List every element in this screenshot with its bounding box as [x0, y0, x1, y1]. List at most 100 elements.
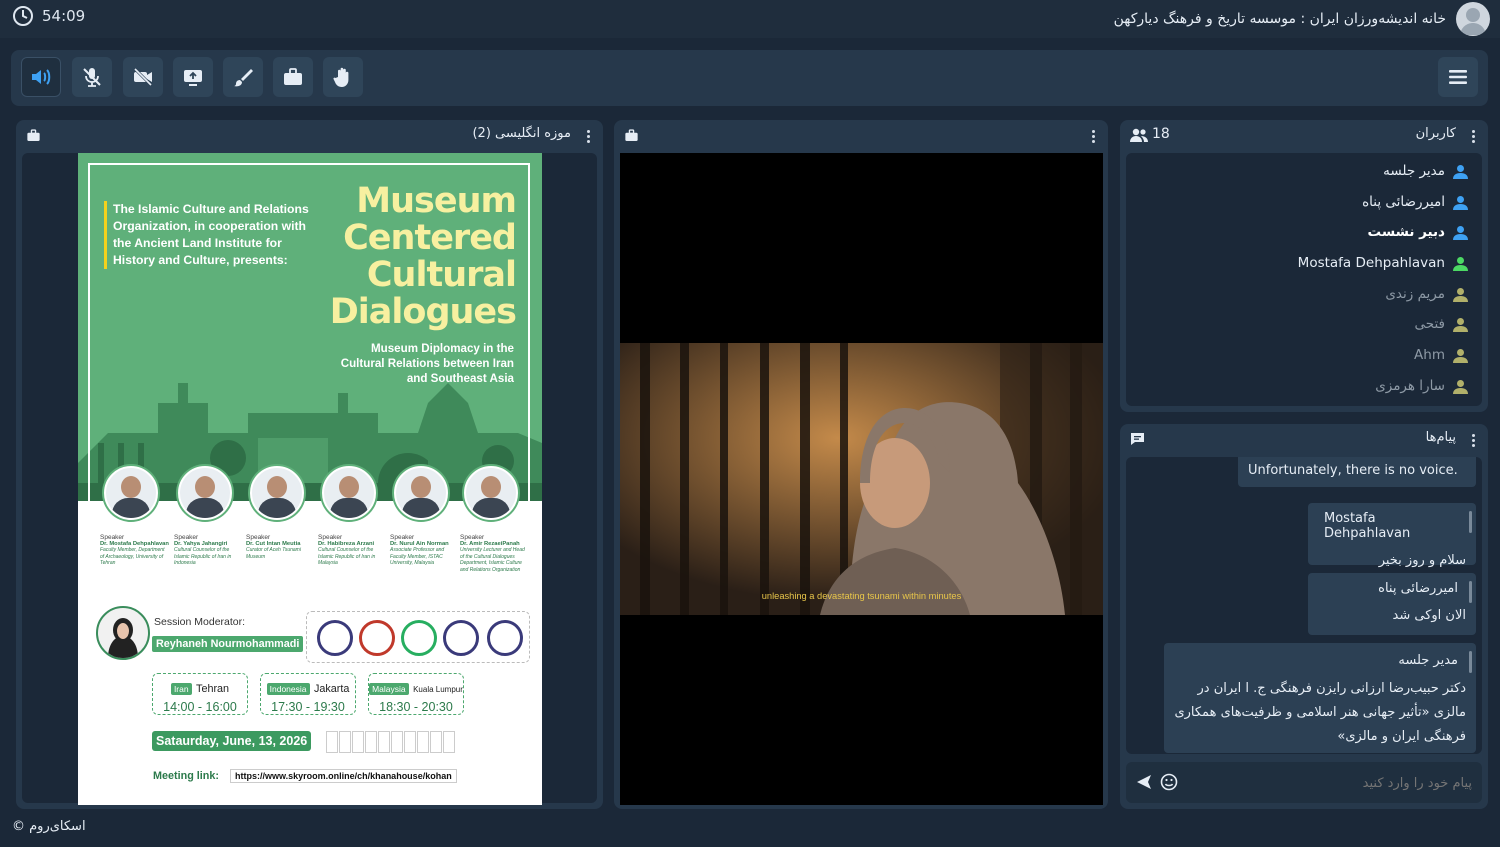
user-name: مریم زندی [1385, 286, 1445, 302]
timezone-country: Iran [170, 683, 192, 695]
user-name: Ahm [1414, 347, 1445, 363]
message-input[interactable] [1230, 770, 1474, 796]
screen-share-button[interactable] [173, 57, 213, 97]
speaker-label: Speaker [318, 534, 343, 541]
user-icon [1453, 195, 1468, 210]
messages-panel: پیام‌ها Unfortunately, there is no voice… [1120, 424, 1488, 809]
menu-button[interactable] [1438, 57, 1478, 97]
room-title-area: خانه اندیشه‌ورزان ایران : موسسه تاریخ و … [1114, 2, 1490, 36]
meeting-link[interactable]: https://www.skyroom.online/ch/khanahouse… [230, 769, 457, 783]
camera-off-icon [133, 67, 153, 87]
kebab-menu-icon[interactable] [581, 127, 595, 145]
hamburger-icon [1449, 70, 1467, 84]
mic-off-icon [83, 68, 101, 87]
user-item[interactable]: Ahm [1414, 347, 1468, 363]
camera-button[interactable] [123, 57, 163, 97]
raise-hand-button[interactable] [323, 57, 363, 97]
poster-subtitle: Museum Diplomacy in the Cultural Relatio… [340, 342, 514, 385]
room-title: خانه اندیشه‌ورزان ایران : موسسه تاریخ و … [1113, 11, 1446, 27]
speaker-photo [322, 466, 376, 520]
poster-organizer-text: The Islamic Culture and Relations Organi… [104, 201, 323, 269]
user-item[interactable]: فتحی [1415, 316, 1468, 332]
raise-hand-icon [333, 67, 349, 87]
chat-message: مدیر جلسه دکتر حبیب‌رضا ارزانی رایزن فره… [1164, 643, 1476, 753]
poster-title-line: Museum [356, 181, 517, 221]
partner-logo [317, 620, 353, 656]
video-panel-header [614, 120, 1108, 150]
user-avatar-icon [1460, 8, 1486, 35]
speaker-card: Speaker Dr. Nurul Ain Norman Associate P… [390, 466, 460, 567]
toolbar [11, 50, 1488, 106]
user-item[interactable]: امیررضائی پناه [1362, 194, 1468, 210]
speaker-photo [464, 466, 518, 520]
event-poster: The Islamic Culture and Relations Organi… [78, 153, 542, 805]
top-bar: 54:09 خانه اندیشه‌ورزان ایران : موسسه تا… [0, 0, 1500, 38]
timezone-box: Malaysia Kuala Lumpur 18:30 - 20:30 [368, 673, 464, 715]
send-icon [1137, 775, 1151, 789]
user-item[interactable]: مدیر جلسه [1383, 163, 1468, 179]
user-icon [1453, 287, 1468, 302]
avatar[interactable] [1456, 2, 1490, 36]
speaker-label: Speaker [390, 534, 415, 541]
message-sender: مدیر جلسه [1398, 653, 1458, 668]
poster-title-line: Centered [343, 218, 517, 258]
emoji-button[interactable] [1160, 773, 1180, 793]
user-name: سارا هرمزی [1375, 378, 1445, 394]
speaker-card: Speaker Dr. Amir RezaeiPanah University … [460, 466, 530, 573]
users-panel: 18 کاربران مدیر جلسه امیررضائی پناه دبیر… [1120, 120, 1488, 412]
speaker-role: University Lecturer and Head of the Cult… [460, 547, 525, 573]
video-scene [620, 343, 1103, 615]
session-timer: 54:09 [12, 5, 85, 27]
speaker-photo [394, 466, 448, 520]
files-button[interactable] [273, 57, 313, 97]
speaker-role: Curator of Aceh Tsunami Museum [246, 547, 301, 560]
users-panel-header: 18 کاربران [1120, 120, 1488, 150]
user-item[interactable]: دبیر نشست [1368, 224, 1468, 240]
user-name: Mostafa Dehpahlavan [1297, 255, 1445, 271]
microphone-button[interactable] [72, 57, 112, 97]
message-text: سلام و روز بخیر [1378, 553, 1466, 568]
partner-logo [401, 620, 437, 656]
user-item[interactable]: مریم زندی [1385, 286, 1468, 302]
send-button[interactable] [1136, 774, 1154, 792]
message-text: Unfortunately, there is no voice. [1248, 463, 1458, 478]
timezone-time: 17:30 - 19:30 [271, 700, 345, 714]
screen-share-icon [184, 70, 202, 86]
poster-title: Museum Centered Cultural Dialogues [329, 181, 517, 332]
moderator-name: Reyhaneh Nourmohammadi [152, 636, 304, 652]
users-panel-title: کاربران [1415, 126, 1456, 141]
speaker-label: Speaker [246, 534, 271, 541]
user-name: مدیر جلسه [1383, 163, 1445, 179]
user-item[interactable]: Mostafa Dehpahlavan [1298, 255, 1468, 271]
kebab-menu-icon[interactable] [1466, 127, 1480, 145]
speaker-photo [250, 466, 304, 520]
chat-message: Mostafa Dehpahlavan سلام و روز بخیر [1308, 503, 1476, 568]
partner-logo [359, 620, 395, 656]
footer-brand: اسکای‌روم © [12, 819, 86, 834]
whiteboard-button[interactable] [223, 57, 263, 97]
user-icon [1453, 164, 1468, 179]
speaker-photo [104, 466, 158, 520]
chat-icon [1131, 433, 1144, 445]
poster-title-line: Dialogues [329, 292, 517, 332]
chat-message: امیررضائی پناه الان اوکی شد [1308, 573, 1476, 635]
messages-panel-title: پیام‌ها [1425, 430, 1456, 445]
speaker-button[interactable] [21, 57, 61, 97]
user-name: دبیر نشست [1367, 224, 1445, 240]
video-frame[interactable]: unleashing a devastating tsunami within … [620, 343, 1103, 615]
kebab-menu-icon[interactable] [1466, 431, 1480, 449]
messages-panel-header: پیام‌ها [1120, 424, 1488, 454]
user-item[interactable]: سارا هرمزی [1375, 378, 1468, 394]
message-sender: Mostafa Dehpahlavan [1324, 511, 1411, 541]
speaker-card: Speaker Dr. Habibreza Arzani Cultural Co… [318, 466, 388, 567]
users-list: مدیر جلسه امیررضائی پناه دبیر نشست Mosta… [1126, 153, 1482, 406]
moderator-label: Session Moderator: [154, 616, 246, 628]
poster-title-line: Cultural [366, 255, 517, 295]
kebab-menu-icon[interactable] [1086, 127, 1100, 145]
speaker-role: Cultural Counselor of the Islamic Republ… [174, 547, 232, 566]
timezone-box: Indonesia Jakarta 17:30 - 19:30 [260, 673, 356, 715]
timezone-city: Tehran [196, 683, 230, 695]
user-icon [1453, 225, 1468, 240]
speaker-photo [178, 466, 232, 520]
message-text: الان اوکی شد [1392, 608, 1466, 623]
